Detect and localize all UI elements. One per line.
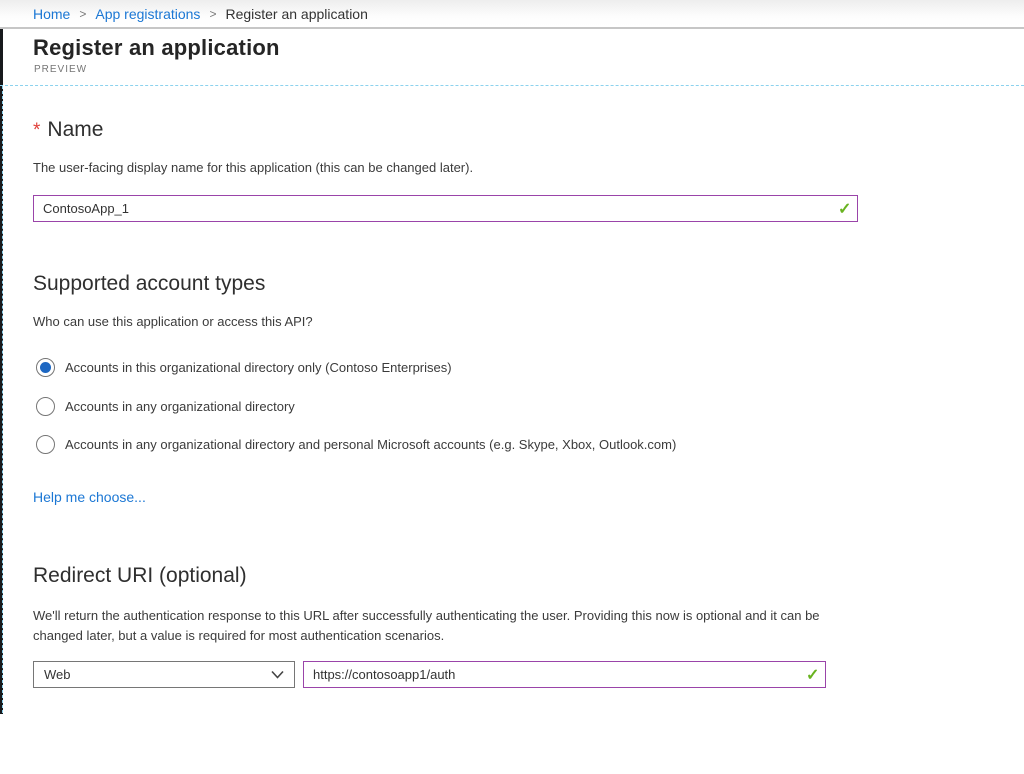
breadcrumb-home-link[interactable]: Home (33, 6, 70, 22)
redirect-platform-dropdown[interactable]: Web (33, 661, 295, 688)
page-title: Register an application (33, 35, 280, 61)
supported-account-types-heading: Supported account types (33, 272, 265, 296)
redirect-uri-heading: Redirect URI (optional) (33, 564, 247, 588)
breadcrumb-separator-icon: > (79, 7, 86, 21)
breadcrumb: Home > App registrations > Register an a… (33, 0, 368, 27)
name-description: The user-facing display name for this ap… (33, 160, 473, 175)
required-asterisk: * (33, 120, 40, 141)
radio-option-this-directory-only[interactable]: Accounts in this organizational director… (36, 358, 452, 377)
radio-option-label: Accounts in this organizational director… (65, 360, 452, 375)
breadcrumb-current-page: Register an application (225, 6, 367, 22)
breadcrumb-bar: Home > App registrations > Register an a… (0, 0, 1024, 29)
radio-button-icon[interactable] (36, 397, 55, 416)
register-application-blade: Home > App registrations > Register an a… (0, 0, 1024, 774)
radio-option-any-directory[interactable]: Accounts in any organizational directory (36, 397, 295, 416)
account-types-question: Who can use this application or access t… (33, 314, 313, 329)
name-heading-label: Name (47, 118, 103, 141)
help-me-choose-link[interactable]: Help me choose... (33, 489, 146, 505)
chevron-down-icon (271, 670, 284, 679)
app-name-input[interactable] (33, 195, 858, 222)
breadcrumb-app-registrations-link[interactable]: App registrations (95, 6, 200, 22)
radio-button-icon[interactable] (36, 358, 55, 377)
redirect-platform-value: Web (44, 667, 271, 682)
redirect-uri-description: We'll return the authentication response… (33, 606, 853, 646)
radio-option-label: Accounts in any organizational directory (65, 399, 295, 414)
redirect-uri-input[interactable] (303, 661, 826, 688)
focus-outline-horizontal (0, 85, 1024, 86)
radio-button-icon[interactable] (36, 435, 55, 454)
radio-option-any-directory-personal-accounts[interactable]: Accounts in any organizational directory… (36, 435, 676, 454)
breadcrumb-separator-icon: > (209, 7, 216, 21)
name-section-heading: * Name (33, 118, 103, 142)
focus-outline-vertical (2, 86, 3, 713)
preview-badge: PREVIEW (34, 64, 87, 75)
radio-option-label: Accounts in any organizational directory… (65, 437, 676, 452)
